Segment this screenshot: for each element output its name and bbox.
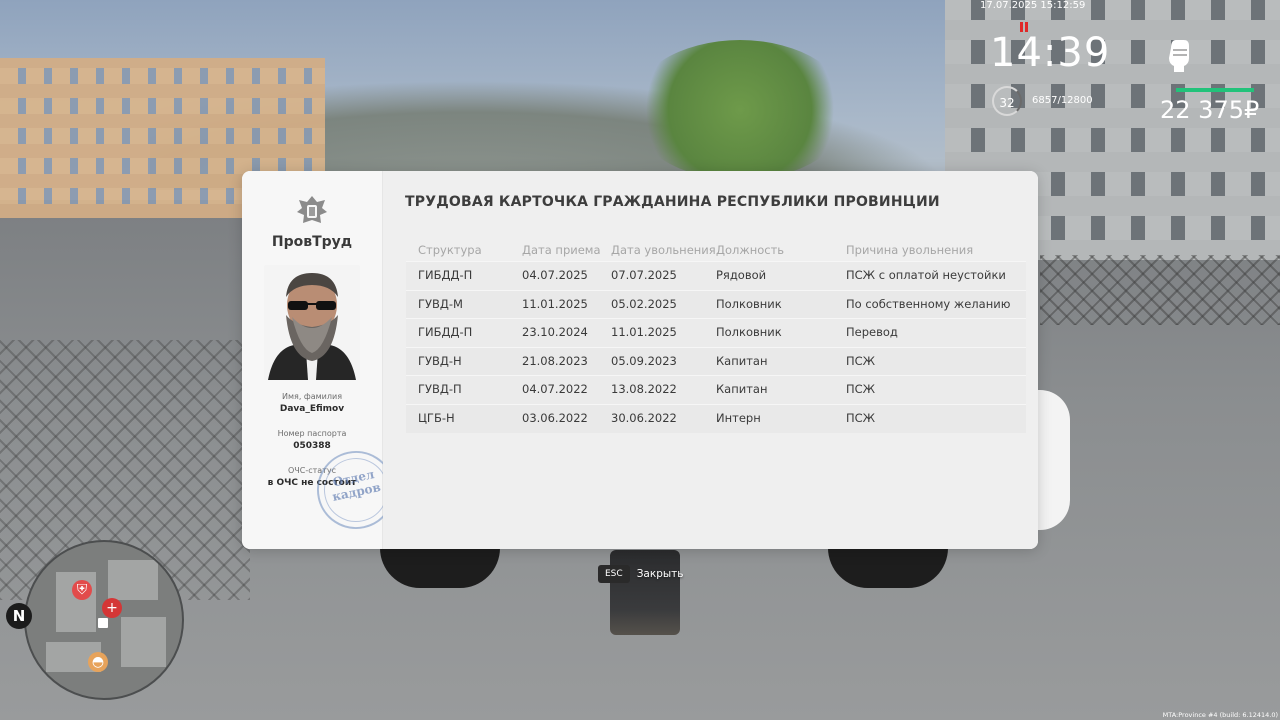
cell-reason: По собственному желанию bbox=[846, 296, 1011, 311]
compass-north-icon: N bbox=[6, 603, 32, 629]
level-ring-icon: 32 bbox=[992, 86, 1022, 116]
table-row: ЦГБ-Н 03.06.2022 30.06.2022 Интерн ПСЖ bbox=[406, 403, 1026, 433]
cell-structure: ГИБДД-П bbox=[418, 325, 473, 340]
police-icon: ⛨ bbox=[72, 580, 92, 600]
work-record-card: ПровТруд Имя, фамилия Dava_Efimov Номер … bbox=[242, 171, 1038, 549]
table-row: ГИБДД-П 04.07.2025 07.07.2025 Рядовой ПС… bbox=[406, 261, 1026, 290]
table-header: Структура Дата приема Дата увольнения До… bbox=[406, 241, 1026, 261]
cell-hire-date: 04.07.2025 bbox=[522, 268, 588, 282]
hospital-icon: + bbox=[102, 598, 122, 618]
cell-reason: ПСЖ bbox=[846, 353, 876, 368]
employment-table: Структура Дата приема Дата увольнения До… bbox=[406, 241, 1026, 433]
fist-icon bbox=[1164, 34, 1194, 74]
cell-structure: ГИБДД-П bbox=[418, 268, 473, 282]
column-header: Структура bbox=[418, 243, 482, 257]
cell-dismissal-date: 13.08.2022 bbox=[611, 382, 677, 397]
cell-hire-date: 21.08.2023 bbox=[522, 353, 588, 368]
table-row: ГИБДД-П 23.10.2024 11.01.2025 Полковник … bbox=[406, 318, 1026, 347]
tree bbox=[630, 40, 850, 180]
name-value: Dava_Efimov bbox=[279, 404, 345, 414]
cell-position: Рядовой bbox=[716, 268, 767, 282]
hud-xp: 6857/12800 bbox=[1032, 95, 1093, 106]
table-body: ГИБДД-П 04.07.2025 07.07.2025 Рядовой ПС… bbox=[406, 261, 1026, 433]
cell-position: Полковник bbox=[716, 325, 782, 340]
column-header: Причина увольнения bbox=[846, 243, 974, 257]
cell-dismissal-date: 05.02.2025 bbox=[611, 296, 677, 311]
hud-datetime: 17.07.2025 15:12:59 bbox=[980, 0, 1086, 11]
build-info: MTA:Province #4 (build: 6.12414.0) bbox=[1162, 711, 1278, 719]
food-icon: ◓ bbox=[88, 652, 108, 672]
close-label[interactable]: Закрыть bbox=[637, 568, 684, 580]
column-header: Дата увольнения bbox=[611, 243, 716, 257]
player-marker-icon bbox=[98, 618, 108, 628]
hud-money: 22 375₽ bbox=[1160, 96, 1260, 124]
map-block bbox=[121, 617, 166, 667]
coat-of-arms-icon bbox=[294, 193, 330, 229]
passport-value: 050388 bbox=[293, 441, 331, 451]
cell-hire-date: 03.06.2022 bbox=[522, 410, 588, 425]
table-row: ГУВД-П 04.07.2022 13.08.2022 Капитан ПСЖ bbox=[406, 375, 1026, 404]
health-bar bbox=[1176, 88, 1254, 92]
cell-position: Интерн bbox=[716, 410, 761, 425]
cell-structure: ГУВД-Н bbox=[418, 353, 462, 368]
cell-dismissal-date: 11.01.2025 bbox=[611, 325, 677, 340]
cell-position: Полковник bbox=[716, 296, 782, 311]
cell-dismissal-date: 05.09.2023 bbox=[611, 353, 677, 368]
cell-position: Капитан bbox=[716, 382, 768, 397]
cell-structure: ЦГБ-Н bbox=[418, 410, 455, 425]
column-header: Должность bbox=[716, 243, 785, 257]
brand-name: ПровТруд bbox=[271, 234, 353, 250]
cell-hire-date: 23.10.2024 bbox=[522, 325, 588, 340]
cell-structure: ГУВД-П bbox=[418, 382, 462, 397]
fence-right bbox=[1040, 255, 1280, 325]
citizen-photo bbox=[264, 265, 360, 380]
column-header: Дата приема bbox=[522, 243, 601, 257]
map-block bbox=[108, 560, 158, 600]
minimap: ⛨ + ◓ bbox=[24, 540, 184, 700]
card-main: ТРУДОВАЯ КАРТОЧКА ГРАЖДАНИНА РЕСПУБЛИКИ … bbox=[383, 171, 1038, 549]
cell-reason: ПСЖ bbox=[846, 410, 876, 425]
cell-reason: ПСЖ bbox=[846, 382, 876, 397]
cell-reason: ПСЖ с оплатой неустойки bbox=[846, 268, 1006, 282]
table-row: ГУВД-Н 21.08.2023 05.09.2023 Капитан ПСЖ bbox=[406, 346, 1026, 376]
hud-clock: 14:39 bbox=[990, 30, 1111, 76]
cell-hire-date: 04.07.2022 bbox=[522, 382, 588, 397]
table-row: ГУВД-М 11.01.2025 05.02.2025 Полковник П… bbox=[406, 289, 1026, 319]
cell-structure: ГУВД-М bbox=[418, 296, 463, 311]
close-hint[interactable]: ESC Закрыть bbox=[598, 562, 683, 586]
cell-reason: Перевод bbox=[846, 325, 898, 340]
cell-dismissal-date: 07.07.2025 bbox=[611, 268, 677, 282]
passport-label: Номер паспорта bbox=[277, 429, 347, 438]
cell-position: Капитан bbox=[716, 353, 768, 368]
cell-hire-date: 11.01.2025 bbox=[522, 296, 588, 311]
name-label: Имя, фамилия bbox=[281, 392, 343, 401]
cell-dismissal-date: 30.06.2022 bbox=[611, 410, 677, 425]
esc-key-badge[interactable]: ESC bbox=[598, 565, 630, 583]
card-sidebar: ПровТруд Имя, фамилия Dava_Efimov Номер … bbox=[242, 171, 403, 549]
card-title: ТРУДОВАЯ КАРТОЧКА ГРАЖДАНИНА РЕСПУБЛИКИ … bbox=[405, 194, 940, 210]
